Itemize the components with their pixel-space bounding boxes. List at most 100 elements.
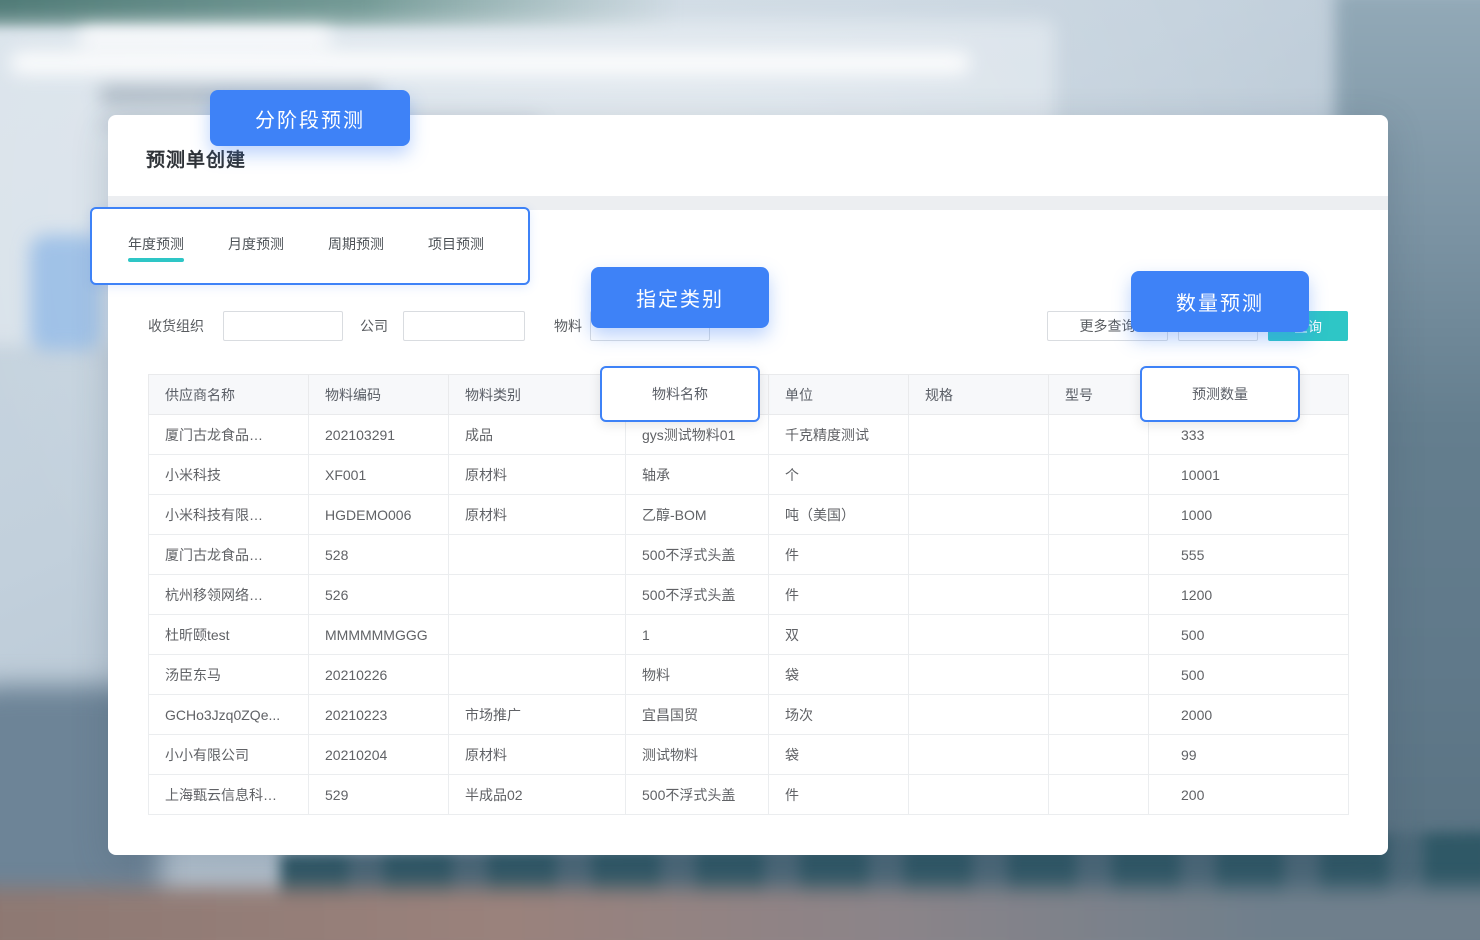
receiving-org-input[interactable]	[223, 311, 343, 341]
table-cell: 528	[309, 535, 449, 575]
table-cell: 袋	[769, 735, 909, 775]
forecast-tabs: 年度预测 月度预测 周期预测 项目预测	[128, 236, 484, 252]
table-cell	[449, 655, 626, 695]
column-header: 物料类别	[449, 375, 626, 415]
table-cell: 场次	[769, 695, 909, 735]
table-cell	[909, 615, 1049, 655]
table-cell: 1	[626, 615, 769, 655]
table-cell: 500	[1149, 655, 1349, 695]
table-cell	[1049, 455, 1149, 495]
table-cell: 1200	[1149, 575, 1349, 615]
forecast-table: 供应商名称物料编码物料类别物料名称单位规格型号预测数量 厦门古龙食品…20210…	[148, 374, 1349, 815]
table-row[interactable]: 厦门古龙食品…528500不浮式头盖件555	[149, 535, 1349, 575]
table-cell	[909, 695, 1049, 735]
table-cell: 个	[769, 455, 909, 495]
tab-period-forecast[interactable]: 周期预测	[328, 236, 384, 252]
table-cell	[449, 615, 626, 655]
receiving-org-label: 收货组织	[148, 311, 204, 341]
table-cell	[909, 655, 1049, 695]
table-cell: 成品	[449, 415, 626, 455]
table-cell: 厦门古龙食品…	[149, 415, 309, 455]
table-cell: GCHo3Jzq0ZQe...	[149, 695, 309, 735]
table-body: 厦门古龙食品…202103291成品gys测试物料01千克精度测试333小米科技…	[149, 415, 1349, 815]
table-row[interactable]: 杭州移领网络…526 500不浮式头盖件 1200	[149, 575, 1349, 615]
column-header: 单位	[769, 375, 909, 415]
page-title: 预测单创建	[146, 145, 246, 172]
table-cell	[909, 575, 1049, 615]
company-label: 公司	[360, 311, 388, 341]
table-row[interactable]: GCHo3Jzq0ZQe...20210223市场推广宜昌国贸场次2000	[149, 695, 1349, 735]
table-cell: 件	[769, 575, 909, 615]
table-cell: 526	[309, 575, 449, 615]
company-input[interactable]	[403, 311, 525, 341]
table-cell: MMMMMMGGG	[309, 615, 449, 655]
table-cell: 乙醇-BOM	[626, 495, 769, 535]
table-cell: 轴承	[626, 455, 769, 495]
table-cell	[909, 735, 1049, 775]
table-cell	[1049, 535, 1149, 575]
table-cell: 半成品02	[449, 775, 626, 815]
table-cell: 99	[1149, 735, 1349, 775]
table-cell: 物料	[626, 655, 769, 695]
table-cell: 500不浮式头盖	[626, 775, 769, 815]
table-cell: 20210223	[309, 695, 449, 735]
table-cell: 20210226	[309, 655, 449, 695]
table-cell: 汤臣东马	[149, 655, 309, 695]
table-cell: 市场推广	[449, 695, 626, 735]
table-cell: 原材料	[449, 735, 626, 775]
table-cell	[1049, 495, 1149, 535]
table-cell: 原材料	[449, 495, 626, 535]
specify-category-callout: 指定类别	[591, 267, 769, 328]
table-cell: 500不浮式头盖	[626, 575, 769, 615]
table-cell	[909, 775, 1049, 815]
table-cell: 2000	[1149, 695, 1349, 735]
table-row[interactable]: 上海甄云信息科…529半成品02500不浮式头盖件200	[149, 775, 1349, 815]
table-cell: 双	[769, 615, 909, 655]
column-header: 供应商名称	[149, 375, 309, 415]
table-cell: 529	[309, 775, 449, 815]
table-cell	[1049, 655, 1149, 695]
table-cell: 测试物料	[626, 735, 769, 775]
table-cell: 上海甄云信息科…	[149, 775, 309, 815]
tab-annual-forecast[interactable]: 年度预测	[128, 236, 184, 252]
table-cell: 202103291	[309, 415, 449, 455]
table-cell	[909, 455, 1049, 495]
table-row[interactable]: 杜昕颐testMMMMMMGGG 1双 500	[149, 615, 1349, 655]
table-cell	[449, 575, 626, 615]
forecast-qty-highlight-box: 预测数量	[1140, 366, 1300, 422]
table-cell: XF001	[309, 455, 449, 495]
table-cell: 杭州移领网络…	[149, 575, 309, 615]
table-cell: 杜昕颐test	[149, 615, 309, 655]
table-cell: 1000	[1149, 495, 1349, 535]
phased-forecast-callout: 分阶段预测	[210, 90, 410, 146]
table-cell: 200	[1149, 775, 1349, 815]
table-cell	[1049, 775, 1149, 815]
tab-project-forecast[interactable]: 项目预测	[428, 236, 484, 252]
table-row[interactable]: 小米科技有限…HGDEMO006原材料乙醇-BOM吨（美国）1000	[149, 495, 1349, 535]
column-header: 规格	[909, 375, 1049, 415]
table-cell: 10001	[1149, 455, 1349, 495]
table-cell: 500	[1149, 615, 1349, 655]
table-cell	[449, 535, 626, 575]
tab-monthly-forecast[interactable]: 月度预测	[228, 236, 284, 252]
table-cell: 原材料	[449, 455, 626, 495]
table-cell: 厦门古龙食品…	[149, 535, 309, 575]
table-cell: 20210204	[309, 735, 449, 775]
table-cell	[909, 415, 1049, 455]
table-cell: 小米科技	[149, 455, 309, 495]
table-row[interactable]: 小小有限公司20210204原材料测试物料袋 99	[149, 735, 1349, 775]
table-cell	[1049, 615, 1149, 655]
table-cell	[909, 535, 1049, 575]
material-label: 物料	[554, 311, 582, 341]
table-cell: 小小有限公司	[149, 735, 309, 775]
table-cell	[1049, 575, 1149, 615]
table-row[interactable]: 小米科技XF001原材料轴承个 10001	[149, 455, 1349, 495]
quantity-forecast-callout: 数量预测	[1131, 271, 1309, 332]
table-cell: 袋	[769, 655, 909, 695]
table-cell: 555	[1149, 535, 1349, 575]
screen: 预测单创建 年度预测 月度预测 周期预测 项目预测 收货组织 公司 物料 更多查…	[0, 0, 1480, 940]
material-name-highlight-box: 物料名称	[600, 366, 760, 422]
table-cell: 吨（美国）	[769, 495, 909, 535]
table-cell	[1049, 735, 1149, 775]
table-row[interactable]: 汤臣东马20210226 物料袋 500	[149, 655, 1349, 695]
